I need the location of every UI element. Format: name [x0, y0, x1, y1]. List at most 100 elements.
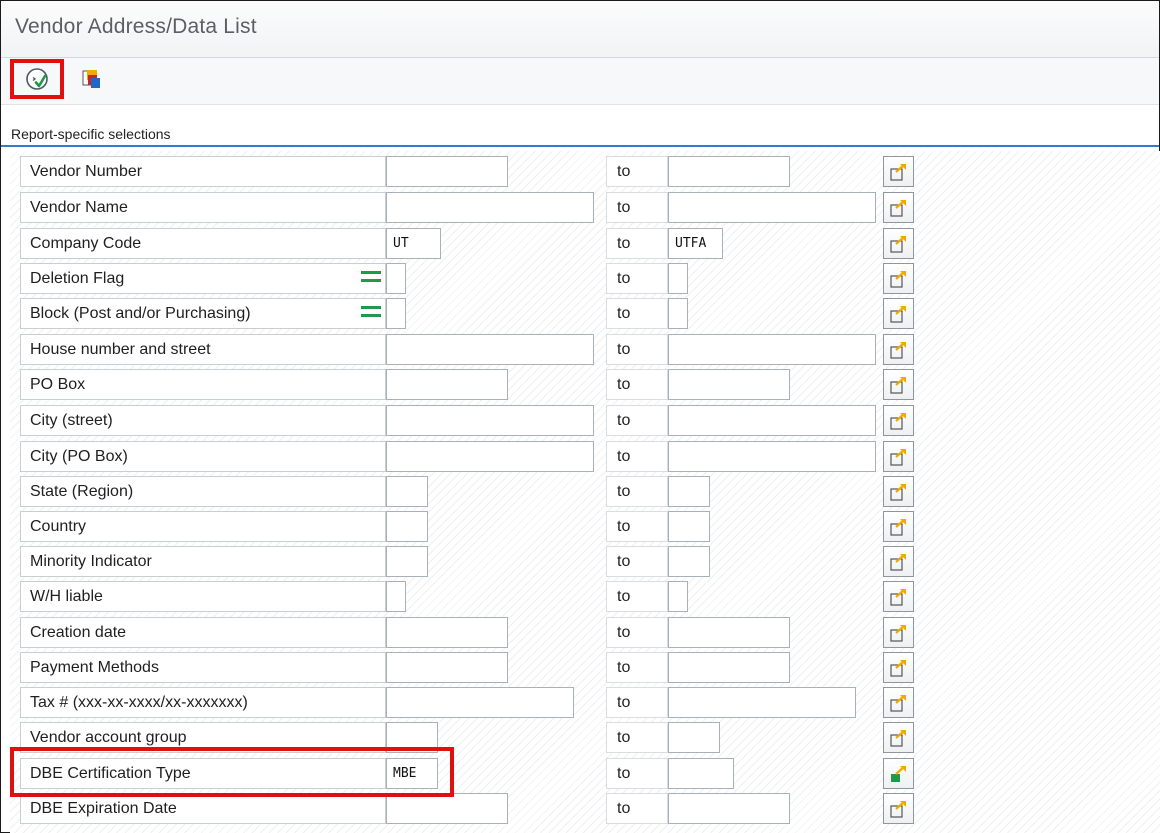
multiple-selection-icon	[889, 199, 906, 217]
row-label: City (street)	[20, 405, 386, 436]
multiple-selection-icon	[890, 765, 906, 782]
to-input[interactable]	[668, 263, 688, 294]
multiple-selection-button[interactable]	[883, 758, 914, 789]
multiple-selection-button[interactable]	[883, 334, 914, 365]
selection-section-header: Report-specific selections	[1, 105, 1159, 147]
row-label: Creation date	[20, 617, 386, 648]
selection-row: Company Code UT to UTFA	[10, 227, 1160, 261]
from-input[interactable]	[386, 334, 594, 365]
from-input[interactable]: UT	[386, 228, 441, 259]
row-label: W/H liable	[20, 581, 386, 612]
from-input[interactable]	[386, 546, 428, 577]
to-label: to	[606, 263, 668, 294]
to-input[interactable]	[668, 334, 876, 365]
to-input[interactable]	[668, 758, 734, 789]
to-input[interactable]	[668, 687, 856, 718]
row-label: Block (Post and/or Purchasing)	[20, 298, 386, 329]
selection-row: W/H liable to	[10, 580, 1160, 614]
multiple-selection-button[interactable]	[883, 793, 914, 824]
section-title: Report-specific selections	[11, 126, 171, 142]
from-input[interactable]	[386, 793, 508, 824]
execute-button[interactable]	[10, 59, 64, 99]
multiple-selection-button[interactable]	[883, 298, 914, 329]
row-label: Deletion Flag	[20, 263, 386, 294]
multiple-selection-button[interactable]	[883, 722, 914, 753]
from-input[interactable]	[386, 369, 508, 400]
to-label: to	[606, 511, 668, 542]
multiple-selection-button[interactable]	[883, 263, 914, 294]
to-input[interactable]	[668, 511, 710, 542]
from-input[interactable]	[386, 156, 508, 187]
from-input[interactable]	[386, 263, 406, 294]
from-input[interactable]	[386, 476, 428, 507]
multiple-selection-icon	[889, 694, 906, 712]
to-label: to	[606, 156, 668, 187]
from-input[interactable]	[386, 687, 574, 718]
multiple-selection-button[interactable]	[883, 156, 914, 187]
to-label: to	[606, 722, 668, 753]
to-input[interactable]	[668, 617, 790, 648]
to-label: to	[606, 476, 668, 507]
from-input[interactable]	[386, 405, 594, 436]
from-input[interactable]	[386, 298, 406, 329]
selection-row: Vendor Number to	[10, 155, 1160, 189]
to-label: to	[606, 758, 668, 789]
multiple-selection-button[interactable]	[883, 511, 914, 542]
to-label: to	[606, 687, 668, 718]
selection-row: Minority Indicator to	[10, 545, 1160, 579]
to-input[interactable]	[668, 441, 876, 472]
selection-row: Block (Post and/or Purchasing) to	[10, 297, 1160, 331]
equals-sign-icon[interactable]	[361, 306, 381, 320]
multiple-selection-button[interactable]	[883, 192, 914, 223]
multiple-selection-button[interactable]	[883, 228, 914, 259]
selection-row: Tax # (xxx-xx-xxxx/xx-xxxxxxx) to	[10, 686, 1160, 720]
from-input[interactable]	[386, 581, 406, 612]
multiple-selection-button[interactable]	[883, 369, 914, 400]
multiple-selection-button[interactable]	[883, 476, 914, 507]
to-label: to	[606, 192, 668, 223]
multiple-selection-icon	[889, 305, 906, 323]
to-input[interactable]	[668, 581, 688, 612]
selection-row: House number and street to	[10, 333, 1160, 367]
to-input[interactable]	[668, 546, 710, 577]
to-input[interactable]	[668, 405, 876, 436]
row-label: Tax # (xxx-xx-xxxx/xx-xxxxxxx)	[20, 687, 386, 718]
multiple-selection-button[interactable]	[883, 687, 914, 718]
row-label: House number and street	[20, 334, 386, 365]
multiple-selection-button[interactable]	[883, 581, 914, 612]
multiple-selection-button[interactable]	[883, 405, 914, 436]
to-input[interactable]	[668, 369, 790, 400]
get-variant-button[interactable]	[71, 62, 115, 98]
to-input[interactable]	[668, 722, 720, 753]
row-label: City (PO Box)	[20, 441, 386, 472]
to-label: to	[606, 617, 668, 648]
multiple-selection-icon	[889, 235, 906, 253]
from-input[interactable]	[386, 652, 508, 683]
to-label: to	[606, 228, 668, 259]
multiple-selection-button[interactable]	[883, 652, 914, 683]
multiple-selection-button[interactable]	[883, 617, 914, 648]
to-input[interactable]	[668, 476, 710, 507]
from-input[interactable]	[386, 617, 508, 648]
multiple-selection-icon	[889, 553, 906, 571]
to-label: to	[606, 298, 668, 329]
to-label: to	[606, 405, 668, 436]
from-input[interactable]	[386, 192, 594, 223]
to-input[interactable]	[668, 793, 790, 824]
from-input[interactable]	[386, 441, 594, 472]
multiple-selection-button[interactable]	[883, 546, 914, 577]
to-input[interactable]	[668, 298, 688, 329]
multiple-selection-button[interactable]	[883, 441, 914, 472]
equals-sign-icon[interactable]	[361, 271, 381, 285]
to-input[interactable]	[668, 652, 790, 683]
multiple-selection-icon	[889, 518, 906, 536]
from-input[interactable]	[386, 511, 428, 542]
to-input[interactable]	[668, 192, 876, 223]
application-toolbar	[1, 58, 1159, 105]
to-input[interactable]	[668, 156, 790, 187]
multiple-selection-icon	[889, 448, 906, 466]
row-label: Country	[20, 511, 386, 542]
selection-row: Deletion Flag to	[10, 262, 1160, 296]
to-input[interactable]: UTFA	[668, 228, 723, 259]
multiple-selection-icon	[889, 341, 906, 359]
